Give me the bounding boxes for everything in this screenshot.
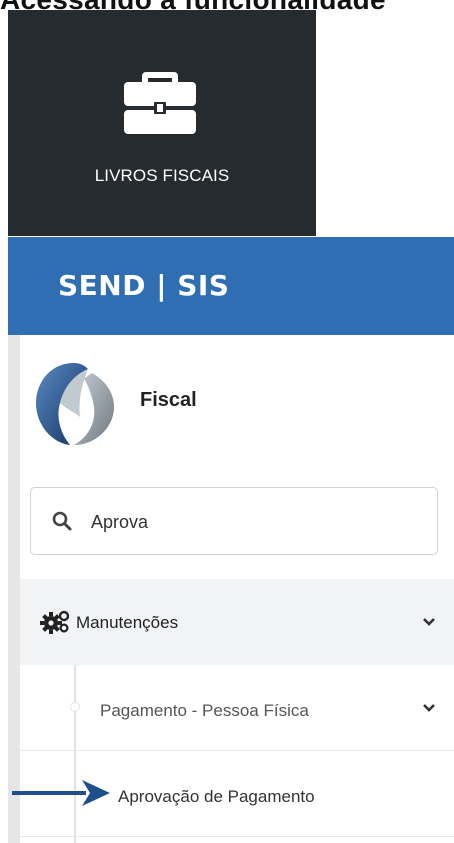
sidebar: Fiscal Manutenções <box>8 335 454 843</box>
gears-icon <box>40 610 70 634</box>
tree-connector-line <box>74 665 76 843</box>
tile-label: LIVROS FISCAIS <box>94 166 230 185</box>
module-name: Fiscal <box>140 389 197 411</box>
menu-item-pagamento-pessoa-fisica[interactable]: Pagamento - Pessoa Física <box>20 665 454 751</box>
menu-label-pagamento: Pagamento - Pessoa Física <box>100 701 309 720</box>
brand-title: SEND | SIS <box>58 269 230 302</box>
module-header: Fiscal <box>30 359 450 447</box>
briefcase-icon <box>124 72 196 134</box>
tree-connector-dot <box>70 702 80 712</box>
chevron-down-icon <box>423 618 435 626</box>
search-input[interactable] <box>89 502 423 542</box>
menu-item-manutencoes[interactable]: Manutenções <box>20 579 454 665</box>
app-header: SEND | SIS <box>8 237 454 335</box>
company-logo <box>36 363 114 445</box>
search-box[interactable] <box>30 487 438 555</box>
chevron-down-icon <box>423 704 435 712</box>
search-icon <box>52 511 72 531</box>
livros-fiscais-tile[interactable]: LIVROS FISCAIS <box>8 10 316 236</box>
menu-label-aprovacao: Aprovação de Pagamento <box>118 787 315 806</box>
menu-label-manutencoes: Manutenções <box>76 613 179 632</box>
pointer-arrow-icon <box>12 780 110 806</box>
